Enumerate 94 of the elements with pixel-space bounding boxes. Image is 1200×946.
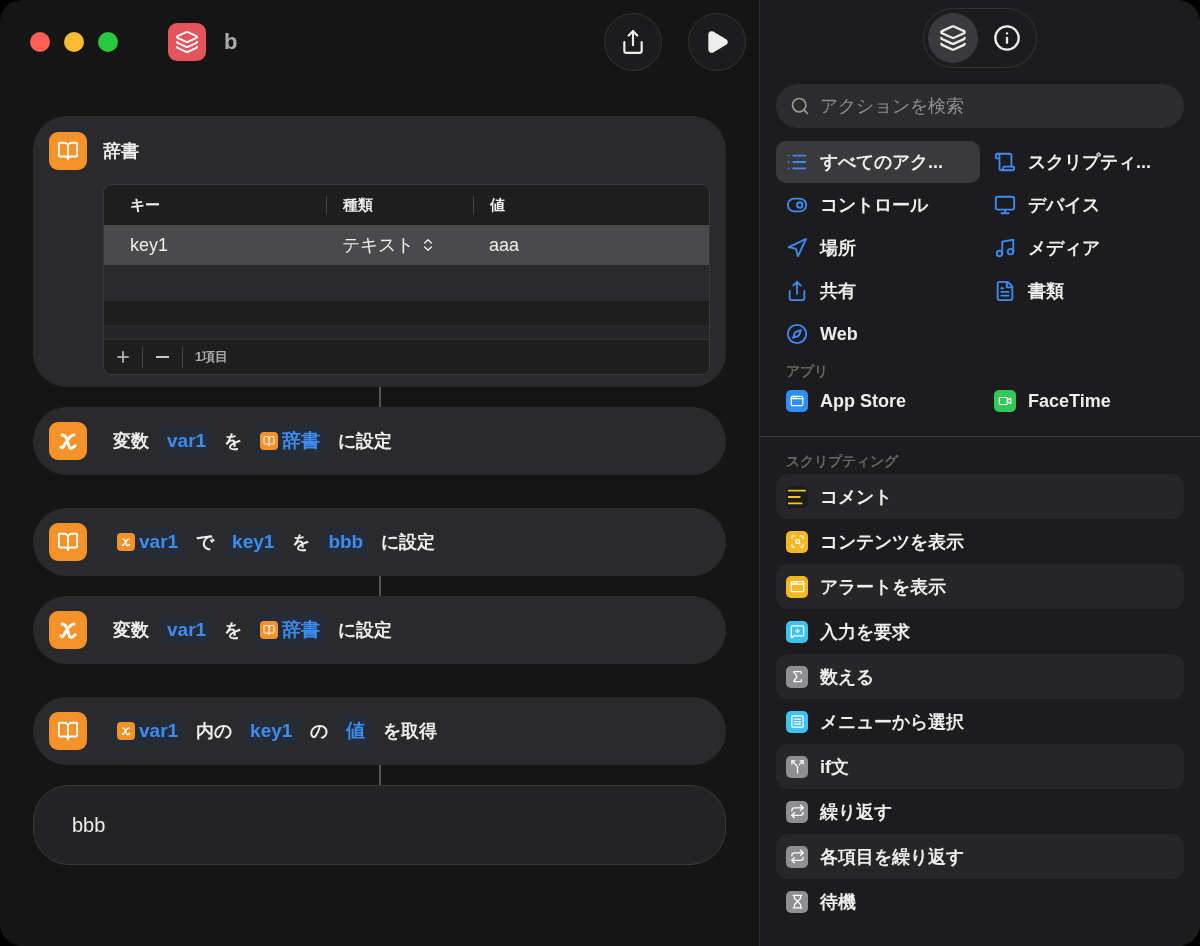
action-text: に設定	[380, 531, 437, 554]
action-list-item[interactable]: 入力を要求	[776, 609, 1184, 654]
book-icon	[260, 432, 279, 450]
item-count: 1項目	[194, 348, 229, 366]
app-item[interactable]: App Store	[776, 384, 980, 418]
window-title: b	[224, 29, 239, 55]
action-list-item[interactable]: メニューから選択	[776, 699, 1184, 744]
variable-token[interactable]: var1	[161, 426, 213, 456]
section-heading: スクリプティング	[786, 453, 900, 471]
share-icon	[786, 280, 808, 302]
share-icon	[620, 29, 646, 55]
token-text: key1	[232, 531, 275, 553]
location-arrow-icon	[786, 237, 808, 259]
document-icon	[994, 280, 1016, 302]
category-item[interactable]: 書類	[984, 270, 1188, 312]
plus-icon	[114, 348, 132, 366]
key-cell-text: key1	[129, 234, 170, 256]
action-text: を取得	[382, 720, 439, 743]
variable-token[interactable]: 値	[340, 714, 372, 748]
value-cell-text: aaa	[488, 234, 521, 256]
compass-icon	[786, 323, 808, 345]
token-text: var1	[139, 720, 179, 742]
variable-token[interactable]: bbb	[322, 527, 370, 557]
token-text: 辞書	[282, 429, 321, 453]
music-note-icon	[994, 237, 1016, 259]
book-icon	[49, 523, 87, 561]
action-text: に設定	[337, 619, 394, 642]
action-text: を	[223, 430, 244, 453]
token-text: var1	[167, 430, 207, 452]
category-item[interactable]: メディア	[984, 227, 1188, 269]
result-text: bbb	[33, 785, 726, 865]
category-item[interactable]: すべてのアク...	[776, 141, 980, 183]
action-list-item[interactable]: コンテンツを表示	[776, 519, 1184, 564]
variable-token[interactable]: var1	[111, 527, 185, 557]
layers-icon	[168, 23, 206, 61]
monitor-icon	[994, 194, 1016, 216]
category-item[interactable]: スクリプティ...	[984, 141, 1188, 183]
book-icon	[49, 132, 87, 170]
action-list-item[interactable]: 数える	[776, 654, 1184, 699]
search-icon	[790, 96, 810, 116]
action-list-item[interactable]: 各項目を繰り返す	[776, 834, 1184, 879]
category-item[interactable]: コントロール	[776, 184, 980, 226]
category-item[interactable]: デバイス	[984, 184, 1188, 226]
variable-token[interactable]: 辞書	[254, 424, 327, 458]
token-text: var1	[139, 531, 179, 553]
table-row[interactable]: key1 テキスト aaa	[104, 225, 709, 265]
action-text: 内の	[195, 720, 234, 743]
info-icon	[993, 24, 1021, 52]
action-list-item[interactable]: コメント	[776, 474, 1184, 519]
book-icon	[49, 712, 87, 750]
minus-icon	[156, 356, 169, 358]
stack-icon	[939, 24, 967, 52]
variable-icon	[117, 533, 135, 551]
token-text: var1	[167, 619, 207, 641]
book-icon	[260, 621, 279, 639]
variable-token[interactable]: var1	[161, 615, 213, 645]
token-text: 値	[346, 719, 366, 743]
app-item[interactable]: FaceTime	[984, 384, 1188, 418]
minimize-button[interactable]	[64, 32, 84, 52]
type-popup[interactable]: テキスト	[326, 233, 473, 257]
variable-icon	[117, 722, 135, 740]
search-field[interactable]: アクションを検索	[776, 84, 1184, 128]
column-header: キー	[129, 195, 161, 215]
zoom-button[interactable]	[98, 32, 118, 52]
variable-token[interactable]: var1	[111, 716, 185, 746]
close-button[interactable]	[30, 32, 50, 52]
action-text: の	[309, 720, 330, 743]
action-text: で	[195, 531, 216, 554]
action-list-item[interactable]: if文	[776, 744, 1184, 789]
variable-icon	[49, 422, 87, 460]
library-tab[interactable]	[928, 13, 978, 63]
token-text: key1	[250, 720, 293, 742]
action-text: を	[291, 531, 312, 554]
section-heading: アプリ	[786, 363, 829, 381]
action-text: 変数	[112, 430, 150, 453]
variable-token[interactable]: key1	[244, 716, 299, 746]
token-text: 辞書	[282, 618, 321, 642]
action-title: 辞書	[103, 140, 139, 163]
action-list-item[interactable]: 待機	[776, 879, 1184, 924]
column-header: 種類	[326, 195, 473, 215]
scroll-icon	[994, 151, 1016, 173]
variable-icon	[49, 611, 87, 649]
action-text: を	[223, 619, 244, 642]
action-text: 変数	[112, 619, 150, 642]
action-list-item[interactable]: 繰り返す	[776, 789, 1184, 834]
token-text: bbb	[328, 531, 364, 553]
category-item[interactable]: 場所	[776, 227, 980, 269]
variable-token[interactable]: key1	[226, 527, 281, 557]
column-header: 値	[473, 195, 709, 215]
category-item[interactable]: Web	[776, 313, 980, 355]
action-list-item[interactable]: アラートを表示	[776, 564, 1184, 609]
category-item[interactable]: 共有	[776, 270, 980, 312]
action-text: に設定	[337, 430, 394, 453]
variable-token[interactable]: 辞書	[254, 613, 327, 647]
